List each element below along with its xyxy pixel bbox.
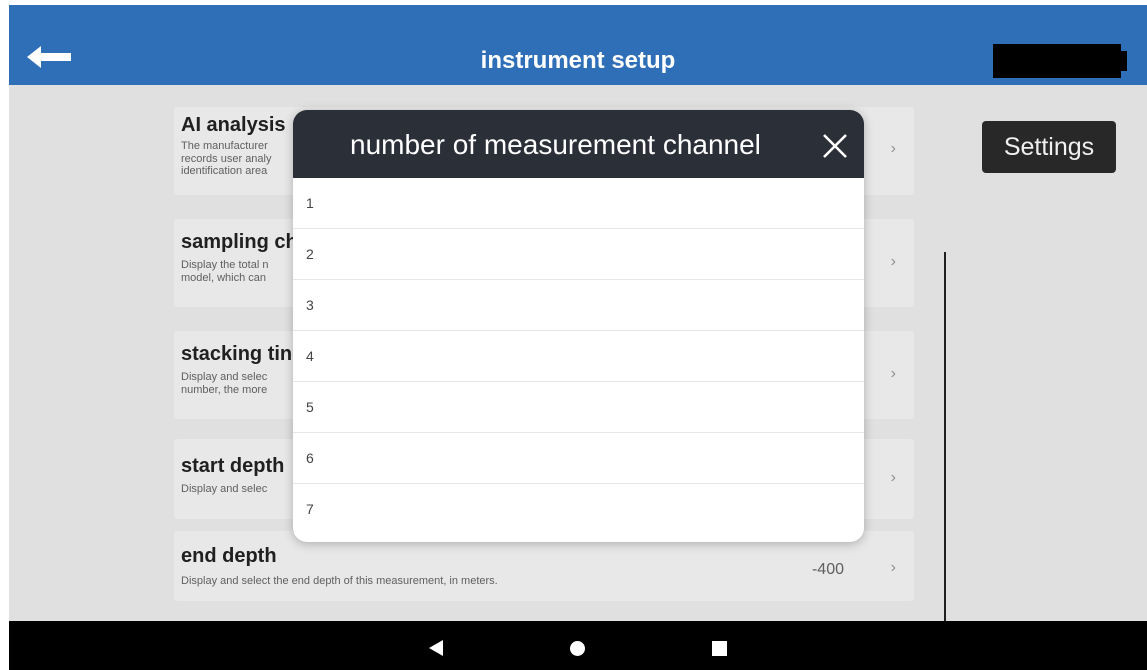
channel-option-5[interactable]: 5 — [293, 382, 864, 433]
instrument-setup-screen: instrument setup AI analysis The manufac… — [9, 5, 1147, 670]
option-label: 1 — [306, 195, 314, 211]
channel-option-3[interactable]: 3 — [293, 280, 864, 331]
dialog-title: number of measurement channel — [350, 129, 761, 160]
option-label: 7 — [306, 501, 314, 517]
battery-nub — [1121, 51, 1127, 71]
option-label: 4 — [306, 348, 314, 364]
channel-option-1[interactable]: 1 — [293, 178, 864, 229]
battery-icon — [993, 44, 1121, 78]
nav-back-triangle-icon[interactable] — [429, 640, 443, 656]
system-navigation-bar — [9, 621, 1147, 670]
dialog-header: number of measurement channel — [293, 110, 864, 178]
nav-recent-square-icon[interactable] — [712, 641, 727, 656]
channel-option-2[interactable]: 2 — [293, 229, 864, 280]
channel-option-7[interactable]: 7 — [293, 484, 864, 535]
option-label: 2 — [306, 246, 314, 262]
app-header: instrument setup — [9, 5, 1147, 85]
close-icon[interactable] — [820, 131, 850, 161]
option-label: 5 — [306, 399, 314, 415]
channel-option-4[interactable]: 4 — [293, 331, 864, 382]
option-label: 6 — [306, 450, 314, 466]
option-label: 3 — [306, 297, 314, 313]
channel-count-dialog: number of measurement channel 1 2 3 4 5 … — [293, 110, 864, 542]
page-title: instrument setup — [480, 47, 676, 74]
nav-home-circle-icon[interactable] — [570, 641, 585, 656]
channel-option-6[interactable]: 6 — [293, 433, 864, 484]
